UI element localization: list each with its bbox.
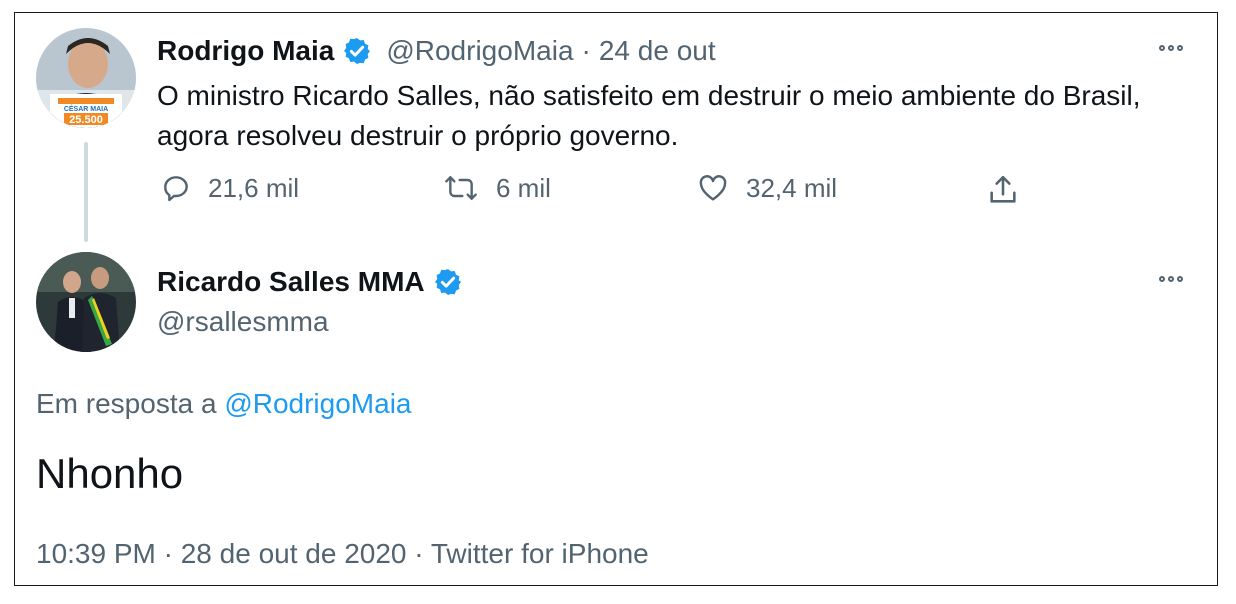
tweet-date[interactable]: 24 de out [599, 35, 716, 67]
author-name[interactable]: Rodrigo Maia [157, 35, 334, 67]
author-name[interactable]: Ricardo Salles MMA [157, 266, 425, 298]
avatar-badge-number: 25.500 [69, 114, 103, 126]
like-count: 32,4 mil [746, 172, 838, 203]
tweet1-header: Rodrigo Maia @RodrigoMaia · 24 de out [157, 31, 716, 71]
verified-badge-icon [344, 38, 371, 64]
reply-icon [164, 176, 188, 202]
more-dot [1168, 276, 1174, 282]
share-icon [990, 175, 1016, 203]
reply-button[interactable]: 21,6 mil [160, 172, 299, 204]
reply-prefix: Em resposta a [36, 388, 217, 419]
thread-connector-line [84, 142, 88, 242]
author-handle[interactable]: @RodrigoMaia [386, 35, 573, 67]
reply-to-link[interactable]: @RodrigoMaia [224, 388, 411, 419]
avatar-badge-small: CÉSAR MAIA [64, 104, 108, 113]
retweet-icon [445, 176, 477, 200]
more-dot [1159, 276, 1165, 282]
like-icon [699, 175, 727, 201]
avatar-rodrigo-maia[interactable]: CÉSAR MAIA 25.500 [36, 28, 136, 128]
more-icon[interactable] [1159, 45, 1183, 51]
tweet2-text: Nhonho [36, 450, 184, 497]
tweet1-text: O ministro Ricardo Salles, não satisfeit… [157, 80, 1141, 151]
reply-count: 21,6 mil [208, 172, 300, 203]
retweet-count: 6 mil [496, 172, 551, 203]
more-dot [1177, 276, 1183, 282]
more-dot [1159, 45, 1165, 51]
reply-context: Em resposta a @RodrigoMaia [36, 384, 411, 424]
retweet-button[interactable]: 6 mil [442, 172, 551, 204]
more-dot [1177, 45, 1183, 51]
more-dot [1168, 45, 1174, 51]
tweet-timestamp[interactable]: 10:39 PM · 28 de out de 2020 · Twitter f… [36, 534, 649, 574]
date-separator: · [581, 35, 591, 66]
tweet2-header: Ricardo Salles MMA [157, 262, 463, 302]
author-handle[interactable]: @rsallesmma [157, 302, 329, 342]
avatar-ricardo-salles-image [36, 252, 136, 352]
avatar-rodrigo-maia-image: CÉSAR MAIA 25.500 [36, 28, 136, 128]
more-icon[interactable] [1159, 276, 1183, 282]
like-button[interactable]: 32,4 mil [696, 172, 837, 204]
share-button[interactable] [986, 172, 1020, 208]
avatar-ricardo-salles[interactable] [36, 252, 136, 352]
verified-badge-icon [434, 269, 461, 295]
